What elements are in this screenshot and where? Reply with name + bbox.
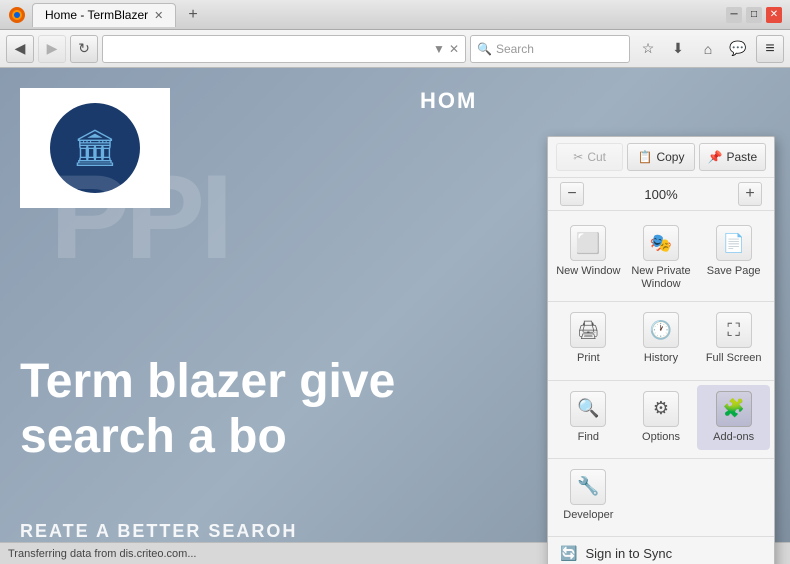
sign-in-label: Sign in to Sync — [585, 546, 672, 561]
create-text: REATE A BETTER SEAROH — [20, 521, 297, 542]
home-nav-button[interactable]: ⌂ — [694, 35, 722, 63]
save-page-menu-item[interactable]: 📄 Save Page — [697, 219, 770, 297]
search-placeholder: Search — [496, 42, 534, 56]
search-bar[interactable]: 🔍 Search — [470, 35, 630, 63]
active-tab[interactable]: Home - TermBlazer ✕ — [32, 3, 176, 27]
new-private-window-icon: 🎭 — [643, 225, 679, 261]
print-label: Print — [577, 352, 600, 365]
maximize-button[interactable]: □ — [746, 7, 762, 23]
search-icon: 🔍 — [477, 42, 492, 56]
zoom-value: 100% — [592, 187, 730, 202]
new-window-label: New Window — [556, 265, 620, 278]
add-ons-icon: 🧩 — [716, 391, 752, 427]
address-close[interactable]: ✕ — [449, 42, 459, 56]
print-icon: 🖨 — [570, 312, 606, 348]
tab-close-btn[interactable]: ✕ — [154, 9, 163, 22]
copy-icon: 📋 — [638, 150, 653, 164]
navigation-bar: ◀ ▶ ↻ ▼ ✕ 🔍 Search ☆ ⬇ ⌂ 💬 ≡ — [0, 30, 790, 68]
add-ons-menu-item[interactable]: 🧩 Add-ons — [697, 385, 770, 450]
reload-button[interactable]: ↻ — [70, 35, 98, 63]
menu-grid-row3: 🔍 Find ⚙ Options 🧩 Add-ons — [548, 381, 774, 459]
address-icons: ▼ ✕ — [433, 42, 459, 56]
download-button[interactable]: ⬇ — [664, 35, 692, 63]
tab-title: Home - TermBlazer — [45, 8, 148, 22]
sync-icon: 🔄 — [560, 545, 577, 562]
options-icon: ⚙ — [643, 391, 679, 427]
home-label: HOM — [420, 88, 477, 114]
hamburger-menu-button[interactable]: ≡ — [756, 35, 784, 63]
save-page-icon: 📄 — [716, 225, 752, 261]
address-bar[interactable]: ▼ ✕ — [102, 35, 466, 63]
menu-grid-row2: 🖨 Print 🕐 History ⛶ Full Screen — [548, 302, 774, 380]
main-content: 🏛 HOM PPI Term blazer give search a bo R… — [0, 68, 790, 564]
browser-logo — [8, 6, 26, 24]
find-label: Find — [578, 431, 599, 444]
find-menu-item[interactable]: 🔍 Find — [552, 385, 625, 450]
minimize-button[interactable]: ─ — [726, 7, 742, 23]
bookmark-button[interactable]: ☆ — [634, 35, 662, 63]
new-tab-button[interactable]: + — [182, 6, 203, 24]
developer-menu-item[interactable]: 🔧 Developer — [552, 463, 625, 528]
title-bar: Home - TermBlazer ✕ + ─ □ ✕ — [0, 0, 790, 30]
print-menu-item[interactable]: 🖨 Print — [552, 306, 625, 371]
dropdown-menu: ✂ Cut 📋 Copy 📌 Paste − 100% + ⬜ New Wind… — [547, 136, 775, 564]
new-private-window-label: New Private Window — [629, 265, 694, 291]
chat-button[interactable]: 💬 — [724, 35, 752, 63]
new-window-icon: ⬜ — [570, 225, 606, 261]
forward-button[interactable]: ▶ — [38, 35, 66, 63]
menu-grid-row4: 🔧 Developer — [548, 459, 774, 537]
options-label: Options — [642, 431, 680, 444]
options-menu-item[interactable]: ⚙ Options — [625, 385, 698, 450]
copy-button[interactable]: 📋 Copy — [627, 143, 694, 171]
menu-grid-row1: ⬜ New Window 🎭 New Private Window 📄 Save… — [548, 211, 774, 302]
zoom-row: − 100% + — [548, 178, 774, 211]
nav-actions: ☆ ⬇ ⌂ 💬 — [634, 35, 752, 63]
cut-icon: ✂ — [573, 150, 583, 164]
close-button[interactable]: ✕ — [766, 7, 782, 23]
history-label: History — [644, 352, 678, 365]
full-screen-menu-item[interactable]: ⛶ Full Screen — [697, 306, 770, 371]
find-icon: 🔍 — [570, 391, 606, 427]
add-ons-label: Add-ons — [713, 431, 754, 444]
dropdown-arrow: ▼ — [433, 42, 445, 56]
title-bar-left: Home - TermBlazer ✕ + — [8, 3, 726, 27]
sign-in-row[interactable]: 🔄 Sign in to Sync — [548, 537, 774, 564]
zoom-out-button[interactable]: − — [560, 182, 584, 206]
full-screen-label: Full Screen — [706, 352, 762, 365]
developer-icon: 🔧 — [570, 469, 606, 505]
new-window-menu-item[interactable]: ⬜ New Window — [552, 219, 625, 297]
zoom-in-button[interactable]: + — [738, 182, 762, 206]
watermark: PPI — [50, 148, 228, 286]
paste-button[interactable]: 📌 Paste — [699, 143, 766, 171]
save-page-label: Save Page — [707, 265, 761, 278]
paste-icon: 📌 — [708, 150, 723, 164]
status-text: Transferring data from dis.criteo.com... — [8, 548, 197, 560]
full-screen-icon: ⛶ — [716, 312, 752, 348]
cut-button[interactable]: ✂ Cut — [556, 143, 623, 171]
window-controls: ─ □ ✕ — [726, 7, 782, 23]
history-icon: 🕐 — [643, 312, 679, 348]
back-button[interactable]: ◀ — [6, 35, 34, 63]
edit-row: ✂ Cut 📋 Copy 📌 Paste — [548, 137, 774, 178]
history-menu-item[interactable]: 🕐 History — [625, 306, 698, 371]
developer-label: Developer — [563, 509, 613, 522]
new-private-window-menu-item[interactable]: 🎭 New Private Window — [625, 219, 698, 297]
